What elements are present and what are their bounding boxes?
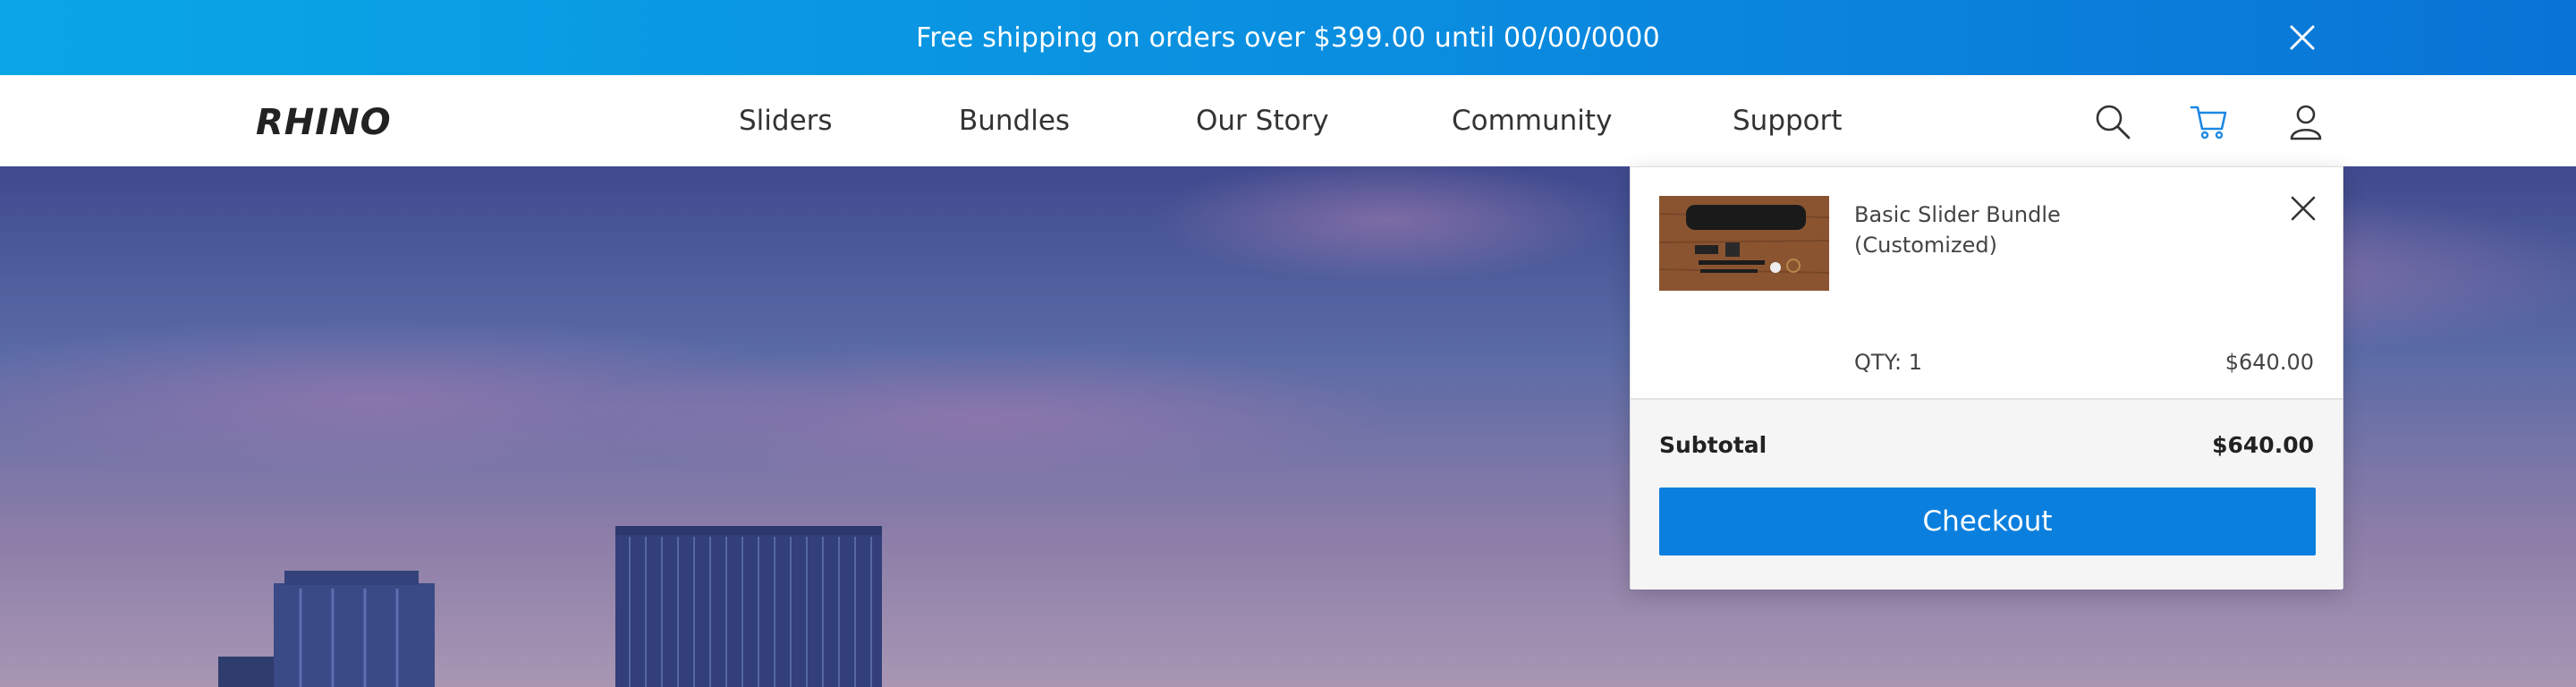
checkout-button[interactable]: Checkout xyxy=(1659,488,2316,556)
nav-sliders[interactable]: Sliders xyxy=(739,75,833,166)
announcement-bar: Free shipping on orders over $399.00 unt… xyxy=(0,0,2576,75)
close-icon[interactable] xyxy=(2286,21,2318,54)
subtotal-value: $640.00 xyxy=(2212,432,2314,458)
cart-item-qty: QTY: 1 xyxy=(1854,350,1923,375)
subtotal-label: Subtotal xyxy=(1659,432,1767,458)
building-silhouettes xyxy=(218,526,882,687)
site-header: RHINO Sliders Bundles Our Story Communit… xyxy=(0,75,2576,167)
nav-our-story[interactable]: Our Story xyxy=(1196,75,1329,166)
cart-footer: Subtotal $640.00 Checkout xyxy=(1631,398,2343,589)
search-icon[interactable] xyxy=(2093,102,2132,141)
cart-icon[interactable] xyxy=(2190,102,2229,141)
rhino-logo[interactable]: RHINO xyxy=(256,102,431,143)
cart-item-thumbnail[interactable] xyxy=(1659,196,1829,291)
nav-community[interactable]: Community xyxy=(1452,75,1612,166)
nav-support[interactable]: Support xyxy=(1733,75,1843,166)
account-icon[interactable] xyxy=(2286,102,2326,141)
announcement-text: Free shipping on orders over $399.00 unt… xyxy=(916,21,1660,54)
svg-text:RHINO: RHINO xyxy=(256,102,392,141)
nav-bundles[interactable]: Bundles xyxy=(959,75,1070,166)
remove-item-icon[interactable] xyxy=(2289,194,2318,223)
mini-cart-dropdown: Basic Slider Bundle (Customized) QTY: 1 … xyxy=(1630,166,2343,589)
cart-item-price: $640.00 xyxy=(2224,350,2314,375)
cart-item-name[interactable]: Basic Slider Bundle (Customized) xyxy=(1854,199,2087,260)
